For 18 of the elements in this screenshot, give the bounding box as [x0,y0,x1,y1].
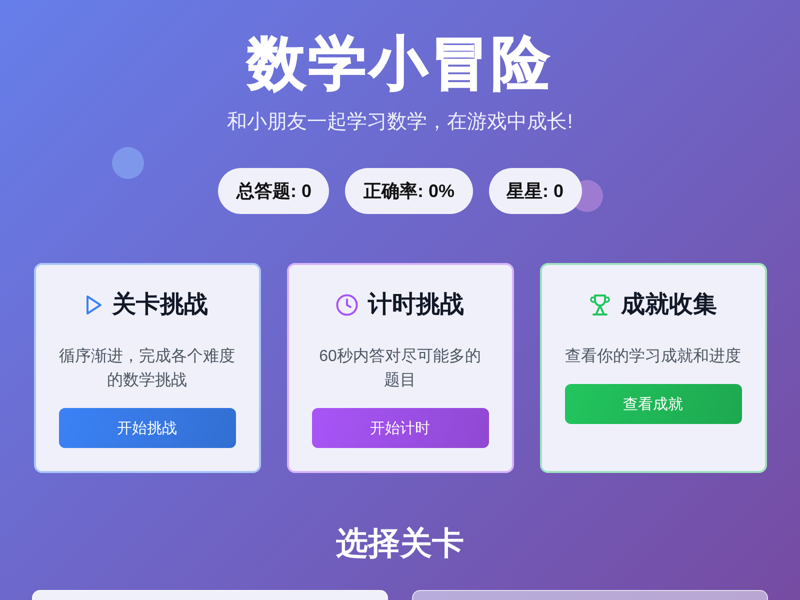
app-title: 数学小冒险 [248,30,552,98]
bubble-icon [112,147,144,179]
card-title: 关卡挑战 [112,290,208,320]
card-description: 60秒内答对尽可能多的题目 [318,346,482,391]
start-button[interactable]: 开始挑战 [58,408,236,448]
section-title: 选择关卡 [336,524,464,563]
card-title: 成就收集 [621,290,717,320]
level-card[interactable] [32,590,388,600]
stat-badge: 星星: 0 [488,168,582,214]
card-description: 查看你的学习成就和进度 [564,346,742,367]
stat-badge: 总答题: 0 [218,168,330,214]
level-card[interactable] [412,590,768,600]
card-description: 循序渐进，完成各个难度的数学挑战 [58,346,236,391]
stat-badge: 正确率: 0% [345,168,472,214]
start-button[interactable]: 开始计时 [312,408,488,448]
app-subtitle: 和小朋友一起学习数学，在游戏中成长! [227,110,573,135]
start-button[interactable]: 查看成就 [564,384,742,424]
card-title: 计时挑战 [368,290,464,320]
